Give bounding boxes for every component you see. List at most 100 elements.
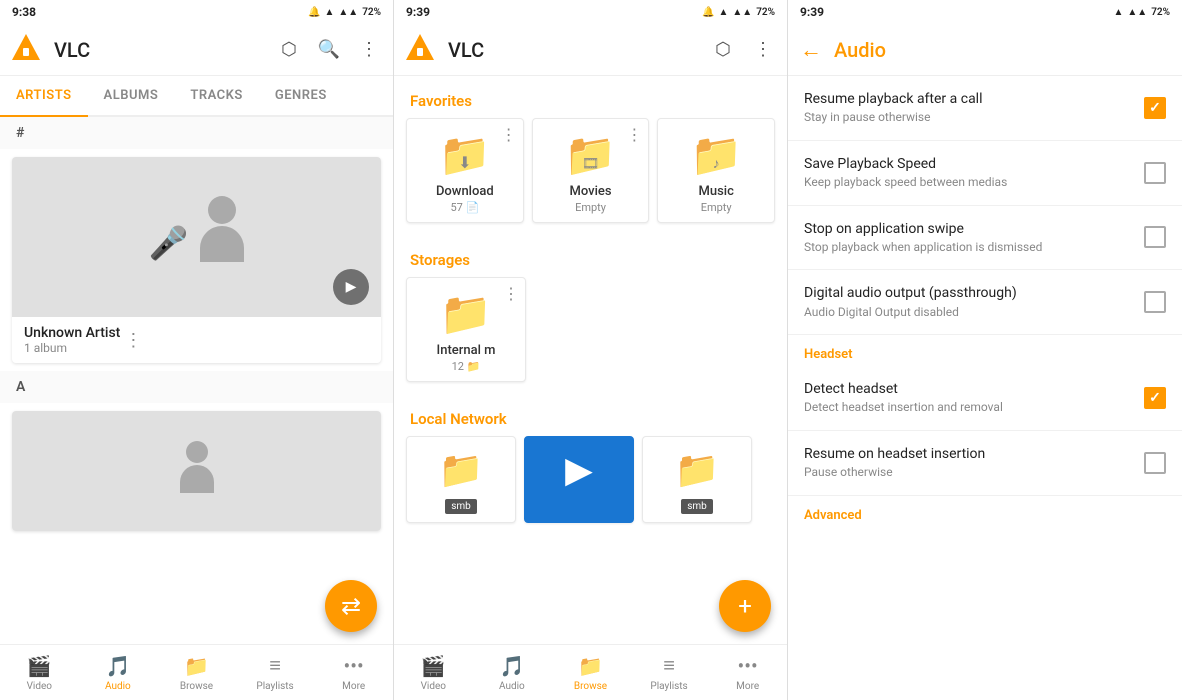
- more-icon-1[interactable]: ⋮: [357, 38, 381, 62]
- favorites-row: ⋮ 📁 ⬇ Download 57 📄 ⋮ 📁 🎞 Movies Empty: [394, 118, 787, 235]
- setting-speed-title: Save Playback Speed: [804, 155, 1144, 173]
- status-icons-2: 🔔 ▲ ▲▲ 72%: [702, 7, 775, 18]
- movies-folder-icon: 📁 🎞: [564, 131, 616, 180]
- cast-icon-2[interactable]: ⬡: [711, 38, 735, 62]
- artist-more-btn[interactable]: ⋮: [120, 326, 146, 355]
- time-1: 9:38: [12, 5, 36, 19]
- avatar-head-a: [186, 441, 208, 463]
- setting-resume-playback[interactable]: Resume playback after a call Stay in pau…: [788, 76, 1182, 141]
- checkbox-resume[interactable]: [1144, 97, 1166, 119]
- setting-detect-headset[interactable]: Detect headset Detect headset insertion …: [788, 366, 1182, 431]
- tab-albums[interactable]: ALBUMS: [88, 76, 175, 115]
- nav-more-1[interactable]: ••• More: [314, 645, 393, 700]
- more-icon-nav-2: •••: [738, 654, 758, 678]
- setting-headset-resume-text: Resume on headset insertion Pause otherw…: [804, 445, 1144, 481]
- setting-headset-text: Detect headset Detect headset insertion …: [804, 380, 1144, 416]
- folder-smb-1[interactable]: 📁 smb: [406, 436, 516, 523]
- tab-tracks[interactable]: TRACKS: [174, 76, 259, 115]
- folder-download-more[interactable]: ⋮: [501, 125, 517, 144]
- browse-icon-2: 📁: [578, 654, 603, 678]
- setting-speed-text: Save Playback Speed Keep playback speed …: [804, 155, 1144, 191]
- avatar-figure-a: [180, 441, 214, 501]
- nav-video-2[interactable]: 🎬 Video: [394, 645, 473, 700]
- tab-artists[interactable]: ARTISTS: [0, 76, 88, 115]
- folder-internal-more[interactable]: ⋮: [503, 284, 519, 303]
- music-note-icon: ♪: [713, 155, 720, 172]
- status-bar-3: 9:39 ▲ ▲▲ 72%: [788, 0, 1182, 24]
- more-icon-2[interactable]: ⋮: [751, 38, 775, 62]
- folder-movies-count: Empty: [575, 201, 606, 214]
- mic-figure: 🎤: [149, 224, 189, 262]
- bottom-nav-1: 🎬 Video 🎵 Audio 📁 Browse ≡ Playlists •••…: [0, 644, 393, 700]
- favorites-header: Favorites: [394, 76, 787, 118]
- audio-icon-2: 🎵: [499, 654, 524, 678]
- battery-3: 72%: [1151, 7, 1170, 18]
- nav-browse-1[interactable]: 📁 Browse: [157, 645, 236, 700]
- play-overlay[interactable]: ▶: [333, 269, 369, 305]
- wifi-icon-3: ▲: [1113, 7, 1123, 18]
- nav-more-label-1: More: [342, 681, 365, 692]
- checkbox-headset[interactable]: [1144, 387, 1166, 409]
- setting-headset-resume[interactable]: Resume on headset insertion Pause otherw…: [788, 431, 1182, 496]
- artist-card-a[interactable]: [12, 411, 381, 531]
- nav-video-label-1: Video: [27, 681, 52, 692]
- app-bar-1: VLC ⬡ 🔍 ⋮: [0, 24, 393, 76]
- time-2: 9:39: [406, 5, 430, 19]
- panel-browse: 9:39 🔔 ▲ ▲▲ 72% VLC ⬡ ⋮ Favorites ⋮ 📁: [394, 0, 788, 700]
- status-bar-1: 9:38 🔔 ▲ ▲▲ 72%: [0, 0, 393, 24]
- folder-download[interactable]: ⋮ 📁 ⬇ Download 57 📄: [406, 118, 524, 223]
- battery-1: 72%: [362, 7, 381, 18]
- artist-albums-count: 1 album: [24, 341, 120, 355]
- localnet-row: 📁 smb ▶ 📁 smb: [394, 436, 787, 535]
- panel-settings: 9:39 ▲ ▲▲ 72% ← Audio Resume playback af…: [788, 0, 1182, 700]
- browse-icon-1: 📁: [184, 654, 209, 678]
- more-icon-nav-1: •••: [344, 654, 364, 678]
- nav-audio-2[interactable]: 🎵 Audio: [473, 645, 552, 700]
- checkbox-speed[interactable]: [1144, 162, 1166, 184]
- setting-swipe-subtitle: Stop playback when application is dismis…: [804, 240, 1144, 256]
- nav-audio-1[interactable]: 🎵 Audio: [79, 645, 158, 700]
- smb-folder-icon-1: 📁: [439, 449, 484, 491]
- add-fab[interactable]: +: [719, 580, 771, 632]
- microphone-icon: 🎤: [149, 224, 189, 262]
- notification-icon-2: 🔔: [702, 7, 714, 18]
- cast-icon-1[interactable]: ⬡: [277, 38, 301, 62]
- artist-card-unknown[interactable]: 🎤 ▶ Unknown Artist 1 album ⋮: [12, 157, 381, 363]
- battery-2: 72%: [756, 7, 775, 18]
- localnet-header: Local Network: [394, 394, 787, 436]
- section-a: A: [0, 371, 393, 403]
- status-icons-1: 🔔 ▲ ▲▲ 72%: [308, 7, 381, 18]
- add-icon: +: [738, 592, 752, 620]
- back-button[interactable]: ←: [800, 37, 822, 63]
- nav-playlists-2[interactable]: ≡ Playlists: [630, 645, 709, 700]
- panel-artists: 9:38 🔔 ▲ ▲▲ 72% VLC ⬡ 🔍 ⋮ ARTISTS ALBUMS…: [0, 0, 394, 700]
- nav-video-1[interactable]: 🎬 Video: [0, 645, 79, 700]
- shuffle-fab[interactable]: ⇄: [325, 580, 377, 632]
- folder-movies[interactable]: ⋮ 📁 🎞 Movies Empty: [532, 118, 650, 223]
- setting-digital-title: Digital audio output (passthrough): [804, 284, 1144, 302]
- folder-movies-more[interactable]: ⋮: [626, 125, 642, 144]
- nav-playlists-1[interactable]: ≡ Playlists: [236, 645, 315, 700]
- checkbox-headset-resume[interactable]: [1144, 452, 1166, 474]
- setting-resume-title: Resume playback after a call: [804, 90, 1144, 108]
- signal-icon-3: ▲▲: [1127, 7, 1147, 18]
- checkbox-swipe[interactable]: [1144, 226, 1166, 248]
- playlists-icon-1: ≡: [269, 653, 281, 678]
- nav-browse-2[interactable]: 📁 Browse: [551, 645, 630, 700]
- music-folder-icon: 📁 ♪: [690, 131, 742, 180]
- folder-video-net[interactable]: ▶: [524, 436, 634, 523]
- folder-music[interactable]: 📁 ♪ Music Empty: [657, 118, 775, 223]
- advanced-label: Advanced: [788, 496, 1182, 527]
- setting-stop-swipe[interactable]: Stop on application swipe Stop playback …: [788, 206, 1182, 271]
- tab-genres[interactable]: GENRES: [259, 76, 343, 115]
- setting-headset-resume-subtitle: Pause otherwise: [804, 465, 1144, 481]
- setting-headset-resume-title: Resume on headset insertion: [804, 445, 1144, 463]
- folder-smb-2[interactable]: 📁 smb: [642, 436, 752, 523]
- search-icon-1[interactable]: 🔍: [317, 38, 341, 62]
- checkbox-digital[interactable]: [1144, 291, 1166, 313]
- nav-more-2[interactable]: ••• More: [708, 645, 787, 700]
- setting-digital-audio[interactable]: Digital audio output (passthrough) Audio…: [788, 270, 1182, 335]
- nav-browse-label-2: Browse: [574, 681, 607, 692]
- setting-save-speed[interactable]: Save Playback Speed Keep playback speed …: [788, 141, 1182, 206]
- folder-internal[interactable]: ⋮ 📁 Internal m 12 📁: [406, 277, 526, 382]
